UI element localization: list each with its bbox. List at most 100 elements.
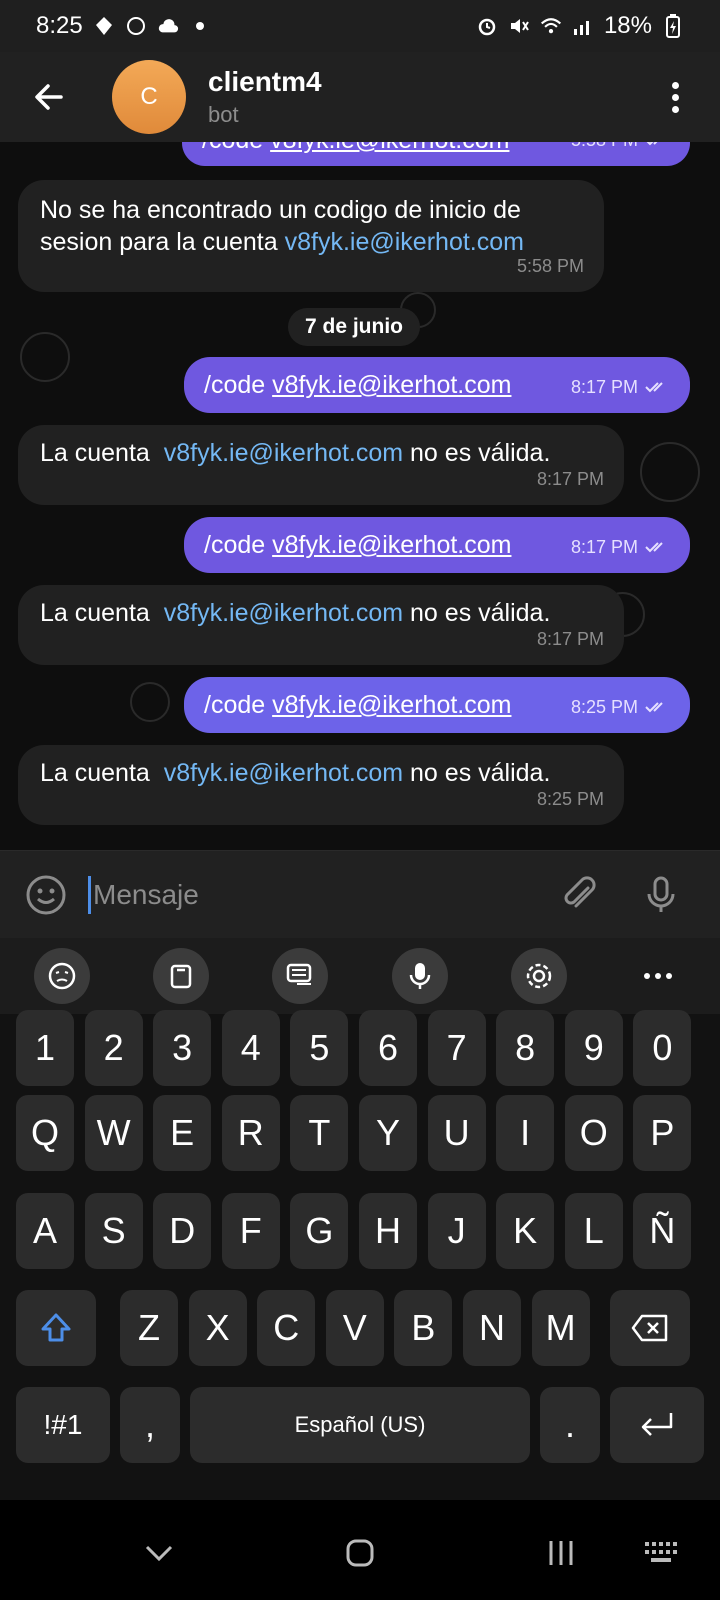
message-time: 8:25 PM bbox=[536, 789, 604, 809]
emoji-keyboard-button[interactable] bbox=[34, 948, 90, 1004]
comma-key[interactable]: , bbox=[120, 1387, 180, 1463]
symbols-key[interactable]: !#1 bbox=[16, 1387, 110, 1463]
key-v[interactable]: V bbox=[325, 1290, 384, 1366]
message-input-bar: Mensaje bbox=[0, 850, 720, 938]
key-f[interactable]: F bbox=[221, 1193, 280, 1269]
key-y[interactable]: Y bbox=[359, 1095, 417, 1171]
key-p[interactable]: P bbox=[633, 1095, 692, 1171]
key-2[interactable]: 2 bbox=[84, 1010, 143, 1086]
key-w[interactable]: W bbox=[84, 1095, 143, 1171]
key-9[interactable]: 9 bbox=[564, 1010, 623, 1086]
clipboard-button[interactable] bbox=[153, 948, 210, 1004]
keyboard-icon bbox=[287, 963, 312, 985]
key-l[interactable]: L bbox=[564, 1193, 623, 1269]
message-text: No se ha encontrado un codigo de inicio … bbox=[40, 196, 524, 256]
key-a[interactable]: A bbox=[16, 1193, 74, 1269]
attach-button[interactable] bbox=[558, 874, 600, 916]
incoming-message[interactable]: La cuenta v8fyk.ie@ikerhot.com no es vál… bbox=[18, 745, 624, 825]
key-i[interactable]: I bbox=[496, 1095, 555, 1171]
message-input[interactable]: Mensaje bbox=[88, 870, 558, 920]
avatar-letter: C bbox=[140, 83, 158, 110]
key-z[interactable]: Z bbox=[120, 1290, 178, 1366]
read-check-icon bbox=[645, 542, 663, 553]
home-button[interactable] bbox=[335, 1528, 385, 1578]
avatar[interactable]: C bbox=[112, 60, 186, 134]
outgoing-message[interactable]: /code v8fyk.ie@ikerhot.com 8:25 PM bbox=[184, 677, 690, 733]
voice-message-button[interactable] bbox=[640, 874, 682, 916]
key-j[interactable]: J bbox=[427, 1193, 486, 1269]
emoji-face-icon bbox=[48, 962, 76, 990]
shift-key[interactable] bbox=[16, 1290, 96, 1366]
keyboard-settings-button[interactable] bbox=[510, 948, 567, 1004]
key-x[interactable]: X bbox=[188, 1290, 247, 1366]
whatsapp-icon bbox=[125, 15, 147, 37]
message-time: 8:17 PM bbox=[536, 469, 604, 489]
key-ñ[interactable]: Ñ bbox=[633, 1193, 692, 1269]
emoji-button[interactable] bbox=[24, 873, 68, 917]
period-key[interactable]: . bbox=[540, 1387, 600, 1463]
key-8[interactable]: 8 bbox=[496, 1010, 555, 1086]
key-0[interactable]: 0 bbox=[633, 1010, 692, 1086]
key-o[interactable]: O bbox=[564, 1095, 623, 1171]
message-text: /code v8fyk.ie@ikerhot.com bbox=[202, 142, 509, 156]
key-q[interactable]: Q bbox=[16, 1095, 74, 1171]
outgoing-message[interactable]: /code v8fyk.ie@ikerhot.com 8:17 PM bbox=[184, 517, 690, 573]
key-u[interactable]: U bbox=[427, 1095, 486, 1171]
key-d[interactable]: D bbox=[153, 1193, 212, 1269]
incoming-message[interactable]: La cuenta v8fyk.ie@ikerhot.com no es vál… bbox=[18, 425, 624, 505]
key-b[interactable]: B bbox=[394, 1290, 453, 1366]
shift-arrow-icon bbox=[41, 1313, 71, 1342]
key-t[interactable]: T bbox=[290, 1095, 349, 1171]
keyboard-grid-icon bbox=[645, 1542, 677, 1562]
key-h[interactable]: H bbox=[359, 1193, 417, 1269]
keyboard-switch-button[interactable] bbox=[636, 1528, 686, 1578]
backspace-key[interactable] bbox=[610, 1290, 690, 1366]
key-4[interactable]: 4 bbox=[221, 1010, 280, 1086]
enter-key[interactable] bbox=[610, 1387, 704, 1463]
key-m[interactable]: M bbox=[531, 1290, 590, 1366]
space-key[interactable]: Español (US) bbox=[190, 1387, 530, 1463]
text-caret bbox=[88, 875, 91, 914]
clipboard-icon bbox=[170, 964, 192, 989]
more-options-button[interactable] bbox=[660, 72, 690, 122]
key-c[interactable]: C bbox=[257, 1290, 316, 1366]
chat-area[interactable]: /code v8fyk.ie@ikerhot.com 5:58 PM No se… bbox=[0, 142, 720, 850]
background-doodle bbox=[130, 682, 170, 722]
key-e[interactable]: E bbox=[153, 1095, 212, 1171]
message-text: /code v8fyk.ie@ikerhot.com bbox=[204, 371, 512, 399]
message-time: 8:25 PM bbox=[571, 691, 670, 723]
key-g[interactable]: G bbox=[290, 1193, 349, 1269]
paperclip-icon bbox=[564, 875, 596, 907]
microphone-icon bbox=[647, 876, 675, 912]
incoming-message[interactable]: No se ha encontrado un codigo de inicio … bbox=[18, 180, 604, 292]
read-check-icon bbox=[646, 142, 658, 146]
key-7[interactable]: 7 bbox=[427, 1010, 486, 1086]
keyboard-mode-button[interactable] bbox=[272, 948, 329, 1004]
key-6[interactable]: 6 bbox=[359, 1010, 417, 1086]
hide-keyboard-button[interactable] bbox=[134, 1528, 184, 1578]
incoming-message[interactable]: La cuenta v8fyk.ie@ikerhot.com no es vál… bbox=[18, 585, 624, 665]
more-tools-button[interactable] bbox=[630, 948, 686, 1004]
key-1[interactable]: 1 bbox=[16, 1010, 74, 1086]
outgoing-message[interactable]: /code v8fyk.ie@ikerhot.com 5:58 PM bbox=[182, 142, 690, 166]
key-5[interactable]: 5 bbox=[290, 1010, 349, 1086]
chat-name: clientm4 bbox=[208, 66, 322, 97]
background-doodle bbox=[640, 442, 700, 502]
cloud-icon bbox=[157, 15, 179, 37]
key-n[interactable]: N bbox=[463, 1290, 521, 1366]
signal-icon bbox=[572, 15, 594, 37]
enter-icon bbox=[641, 1413, 673, 1436]
wifi-icon bbox=[540, 15, 562, 37]
key-r[interactable]: R bbox=[221, 1095, 280, 1171]
key-3[interactable]: 3 bbox=[153, 1010, 212, 1086]
back-button[interactable] bbox=[22, 70, 76, 124]
recents-icon bbox=[549, 1541, 573, 1565]
key-k[interactable]: K bbox=[496, 1193, 555, 1269]
home-icon bbox=[346, 1539, 374, 1567]
chat-title[interactable]: clientm4 bot bbox=[208, 66, 322, 128]
recent-apps-button[interactable] bbox=[536, 1528, 586, 1578]
outgoing-message[interactable]: /code v8fyk.ie@ikerhot.com 8:17 PM bbox=[184, 357, 690, 413]
voice-input-button[interactable] bbox=[391, 948, 448, 1004]
date-separator: 7 de junio bbox=[288, 308, 420, 346]
key-s[interactable]: S bbox=[84, 1193, 143, 1269]
